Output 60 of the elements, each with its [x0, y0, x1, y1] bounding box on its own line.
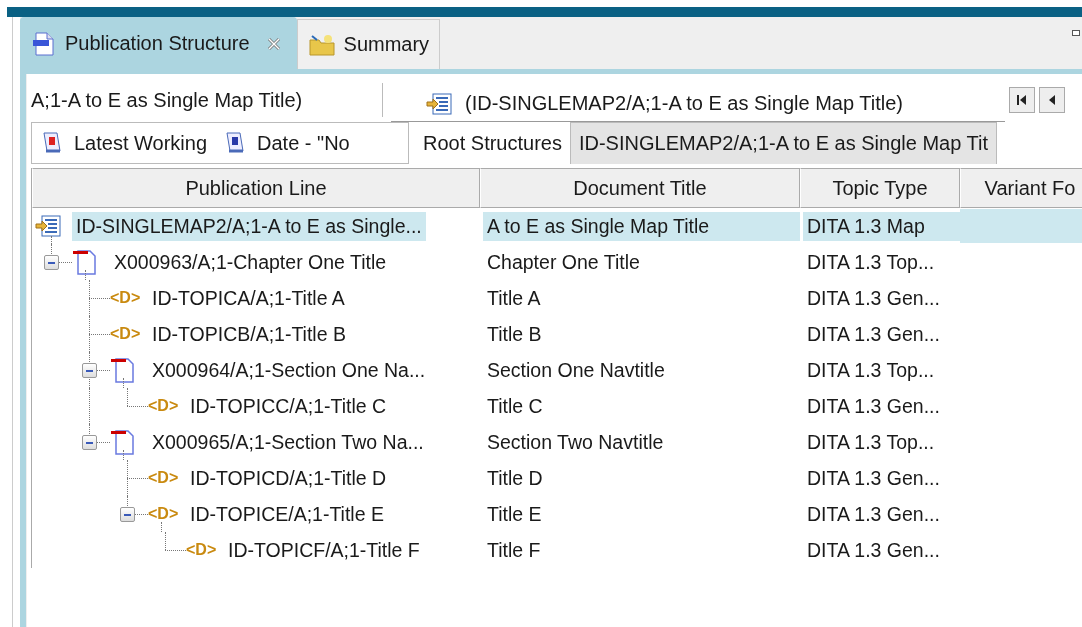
topic-icon: <D> — [148, 397, 179, 415]
list-arrow-icon — [34, 214, 62, 238]
table-cell-text: Section One Navtitle — [486, 357, 666, 383]
breadcrumb-text: A;1-A to E as Single Map Title) — [31, 88, 304, 112]
topic-icon: <D> — [110, 289, 141, 307]
column-header[interactable]: Publication Line — [32, 168, 480, 208]
publication-line[interactable]: X000965/A;1-Section Two Na... — [148, 427, 428, 457]
filter-item[interactable]: Date - "No — [215, 123, 358, 163]
publication-line[interactable]: ID-TOPICA/A;1-Title A — [148, 283, 349, 313]
table-cell-text: Title A — [486, 285, 542, 311]
topic-icon: <D> — [148, 505, 179, 523]
table-cell-text: DITA 1.3 Gen... — [806, 465, 941, 491]
scroll-icon — [40, 130, 64, 156]
first-icon — [1017, 94, 1027, 106]
previous-page-button[interactable] — [1039, 87, 1065, 113]
collapse-toggle[interactable] — [44, 255, 59, 270]
publication-line[interactable]: ID-TOPICD/A;1-Title D — [186, 463, 391, 493]
table-cell-text: Title E — [486, 501, 543, 527]
table-cell-text: DITA 1.3 Gen... — [806, 393, 941, 419]
column-header[interactable]: Variant Fo — [960, 168, 1082, 208]
table-cell: A to E as Single Map Title — [483, 211, 800, 241]
table-cell-text: DITA 1.3 Gen... — [806, 285, 941, 311]
structure-tab[interactable]: ID-SINGLEMAP2/A;1-A to E as Single Map Tit — [569, 122, 997, 164]
table-cell-text: Section Two Navtitle — [486, 429, 665, 455]
publication-line[interactable]: X000964/A;1-Section One Na... — [148, 355, 430, 385]
publication-line[interactable]: ID-TOPICB/A;1-Title B — [148, 319, 350, 349]
publication-line[interactable]: ID-TOPICC/A;1-Title C — [186, 391, 391, 421]
publication-line[interactable]: ID-TOPICE/A;1-Title E — [186, 499, 388, 529]
table-cell-text: DITA 1.3 Top... — [806, 357, 936, 383]
table-cell-text: Title F — [486, 537, 542, 563]
topic-icon: <D> — [110, 325, 141, 343]
minimize-icon[interactable] — [1072, 30, 1080, 36]
collapse-toggle[interactable] — [82, 435, 97, 450]
table-cell-text: DITA 1.3 Gen... — [806, 321, 941, 347]
table-cell-text: DITA 1.3 Top... — [806, 249, 936, 275]
xml-file-icon — [31, 30, 57, 57]
topic-icon: <D> — [148, 469, 179, 487]
previous-icon — [1048, 94, 1056, 106]
close-icon[interactable] — [265, 35, 282, 52]
first-page-button[interactable] — [1009, 87, 1035, 113]
list-arrow-icon — [425, 91, 453, 116]
table-cell-text: DITA 1.3 Gen... — [806, 501, 941, 527]
table-cell-text: DITA 1.3 Top... — [806, 429, 936, 455]
collapse-toggle[interactable] — [120, 507, 135, 522]
column-header[interactable]: Topic Type — [800, 168, 960, 208]
column-header[interactable]: Document Title — [480, 168, 800, 208]
collapse-toggle[interactable] — [82, 363, 97, 378]
table-cell-text: DITA 1.3 Gen... — [806, 537, 941, 563]
view-tab[interactable]: Publication Structure — [20, 17, 297, 69]
publication-line[interactable]: ID-TOPICF/A;1-Title F — [224, 535, 424, 565]
current-map-field[interactable]: (ID-SINGLEMAP2/A;1-A to E as Single Map Title) — [391, 86, 1005, 122]
topic-icon: <D> — [186, 541, 217, 559]
filter-item[interactable]: Latest Working — [32, 123, 216, 163]
table-cell-text: Title B — [486, 321, 543, 347]
table-cell-text: Title D — [486, 465, 544, 491]
table-cell: DITA 1.3 Map — [803, 211, 960, 241]
view-tab[interactable]: Summary — [296, 19, 441, 69]
table-cell-text: Title C — [486, 393, 544, 419]
publication-line[interactable]: X000963/A;1-Chapter One Title — [110, 247, 391, 277]
table-cell-text: Chapter One Title — [486, 249, 641, 275]
